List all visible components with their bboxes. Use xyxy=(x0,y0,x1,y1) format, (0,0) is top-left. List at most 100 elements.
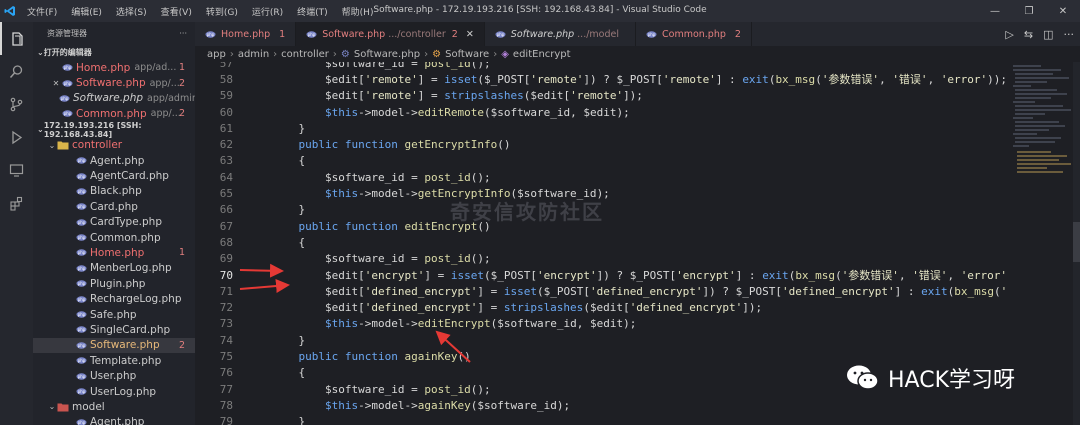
menu-selection[interactable]: 选择(S) xyxy=(109,5,154,18)
file-item[interactable]: php RechargeLog.php xyxy=(33,291,195,306)
search-icon[interactable] xyxy=(0,55,33,88)
code-line[interactable]: 78 $this->model->againKey($software_id); xyxy=(195,397,1007,413)
folder-controller[interactable]: ⌄ controller xyxy=(33,138,195,153)
scrollbar-thumb[interactable] xyxy=(1073,222,1080,262)
problem-count-badge: 2 xyxy=(178,339,185,351)
extensions-icon[interactable] xyxy=(0,187,33,220)
file-item[interactable]: php Card.php xyxy=(33,199,195,214)
workspace-section[interactable]: ⌄ 172.19.193.216 [SSH: 192.168.43.84] xyxy=(33,121,195,139)
file-item[interactable]: php Black.php xyxy=(33,184,195,199)
code-line[interactable]: 62 public function getEncryptInfo() xyxy=(195,136,1007,152)
php-file-icon: php xyxy=(59,93,70,104)
run-icon[interactable]: ▷ xyxy=(1005,28,1013,41)
file-item[interactable]: php User.php xyxy=(33,368,195,383)
chevron-right-icon: › xyxy=(229,48,234,60)
tab-problem-count: 2 xyxy=(734,28,741,40)
editor-scrollbar[interactable] xyxy=(1073,62,1080,425)
code-line[interactable]: 71 $edit['defined_encrypt'] = isset($_PO… xyxy=(195,283,1007,299)
code-line[interactable]: 70 $edit['encrypt'] = isset($_POST['encr… xyxy=(195,267,1007,283)
open-editor-item[interactable]: ✕ php Software.php app/... 2 xyxy=(33,75,195,90)
file-item[interactable]: php Home.php 1 xyxy=(33,245,195,260)
code-text: $edit['remote'] = stripslashes($edit['re… xyxy=(324,89,643,103)
more-actions-icon[interactable]: ··· xyxy=(1064,28,1075,41)
tab-problem-count: 1 xyxy=(279,28,286,40)
open-editor-item[interactable]: php Home.php app/ad... 1 xyxy=(33,60,195,75)
breadcrumb-controller[interactable]: controller xyxy=(281,49,329,60)
open-editor-path: app/... xyxy=(149,77,180,89)
code-line[interactable]: 60 $this->model->editRemote($software_id… xyxy=(195,104,1007,120)
editor-tab[interactable]: php Software.php .../controller 2 ✕ xyxy=(296,22,485,46)
breadcrumb-file[interactable]: Software.php xyxy=(354,49,420,60)
vscode-logo-icon xyxy=(0,0,20,22)
file-item[interactable]: php Safe.php xyxy=(33,307,195,322)
breadcrumb-class[interactable]: Software xyxy=(445,49,489,60)
code-line[interactable]: 64 $software_id = post_id(); xyxy=(195,169,1007,185)
file-item[interactable]: php Agent.php xyxy=(33,153,195,168)
code-line[interactable]: 74 } xyxy=(195,332,1007,348)
menu-help[interactable]: 帮助(H) xyxy=(335,5,381,18)
code-line[interactable]: 69 $software_id = post_id(); xyxy=(195,251,1007,267)
explorer-icon[interactable] xyxy=(0,22,33,55)
code-line[interactable]: 68 { xyxy=(195,234,1007,250)
code-line[interactable]: 79 } xyxy=(195,414,1007,425)
breadcrumb-app[interactable]: app xyxy=(207,49,226,60)
php-file-icon: php xyxy=(75,324,87,335)
editor-tab[interactable]: php Software.php .../model xyxy=(485,22,636,46)
more-actions-icon[interactable]: ··· xyxy=(179,29,187,38)
svg-text:php: php xyxy=(77,204,85,209)
close-icon[interactable]: ✕ xyxy=(466,29,474,40)
file-item[interactable]: php Plugin.php xyxy=(33,276,195,291)
open-editor-path: app/... xyxy=(150,108,181,120)
menu-terminal[interactable]: 终端(T) xyxy=(290,5,335,18)
file-item[interactable]: php SingleCard.php xyxy=(33,322,195,337)
file-item[interactable]: php AgentCard.php xyxy=(33,168,195,183)
code-text: $software_id = post_id(); xyxy=(324,62,491,70)
menu-file[interactable]: 文件(F) xyxy=(20,5,64,18)
open-editor-item[interactable]: php Software.phpapp/admin... xyxy=(33,91,195,106)
editor-tab[interactable]: php Common.php 2 xyxy=(636,22,752,46)
source-control-icon[interactable] xyxy=(0,88,33,121)
breadcrumb-method[interactable]: editEncrypt xyxy=(513,49,571,60)
code-line[interactable]: 58 $edit['remote'] = isset($_POST['remot… xyxy=(195,71,1007,87)
menu-edit[interactable]: 编辑(E) xyxy=(64,5,109,18)
code-line[interactable]: 73 $this->model->editEncrypt($software_i… xyxy=(195,316,1007,332)
open-editor-item[interactable]: php Common.php app/... 2 xyxy=(33,106,195,121)
file-item[interactable]: php Common.php xyxy=(33,230,195,245)
folder-label: controller xyxy=(72,139,123,152)
menu-view[interactable]: 查看(V) xyxy=(154,5,199,18)
svg-text:php: php xyxy=(77,327,85,332)
open-editors-section[interactable]: ⌄ 打开的编辑器 xyxy=(33,44,195,60)
file-item[interactable]: php CardType.php xyxy=(33,215,195,230)
code-line[interactable]: 57 $software_id = post_id(); xyxy=(195,62,1007,71)
problem-count-badge: 1 xyxy=(178,62,185,74)
editor-tab[interactable]: php Home.php 1 xyxy=(195,22,297,46)
code-line[interactable]: 72 $edit['defined_encrypt'] = stripslash… xyxy=(195,299,1007,315)
menu-go[interactable]: 转到(G) xyxy=(199,5,245,18)
open-editor-name: Common.php xyxy=(76,107,147,120)
code-line[interactable]: 59 $edit['remote'] = stripslashes($edit[… xyxy=(195,88,1007,104)
minimize-icon[interactable]: — xyxy=(978,0,1012,22)
line-number: 62 xyxy=(219,138,233,152)
open-changes-icon[interactable]: ⇆ xyxy=(1024,28,1033,41)
file-item[interactable]: php Software.php 2 xyxy=(33,337,195,354)
code-line[interactable]: 63 { xyxy=(195,153,1007,169)
menu-run[interactable]: 运行(R) xyxy=(245,5,290,18)
code-line[interactable]: 61 } xyxy=(195,120,1007,136)
php-file-icon: php xyxy=(75,294,87,305)
remote-explorer-icon[interactable] xyxy=(0,154,33,187)
minimap[interactable] xyxy=(1007,62,1073,425)
close-icon[interactable]: ✕ xyxy=(51,79,61,88)
run-debug-icon[interactable] xyxy=(0,121,33,154)
code-text: $edit['defined_encrypt'] = isset($_POST[… xyxy=(324,285,1007,299)
split-editor-icon[interactable]: ◫ xyxy=(1043,28,1053,41)
close-icon[interactable]: ✕ xyxy=(1046,0,1080,22)
restore-icon[interactable]: ❐ xyxy=(1012,0,1046,22)
code-text: $edit['defined_encrypt'] = stripslashes(… xyxy=(324,301,763,315)
file-item[interactable]: php MenberLog.php xyxy=(33,261,195,276)
folder-model[interactable]: ⌄ model xyxy=(33,399,195,414)
file-item[interactable]: php Agent.php xyxy=(33,415,195,425)
breadcrumb-admin[interactable]: admin xyxy=(238,49,269,60)
file-item[interactable]: php Template.php xyxy=(33,353,195,368)
file-item[interactable]: php UserLog.php xyxy=(33,384,195,399)
svg-text:php: php xyxy=(77,281,85,286)
